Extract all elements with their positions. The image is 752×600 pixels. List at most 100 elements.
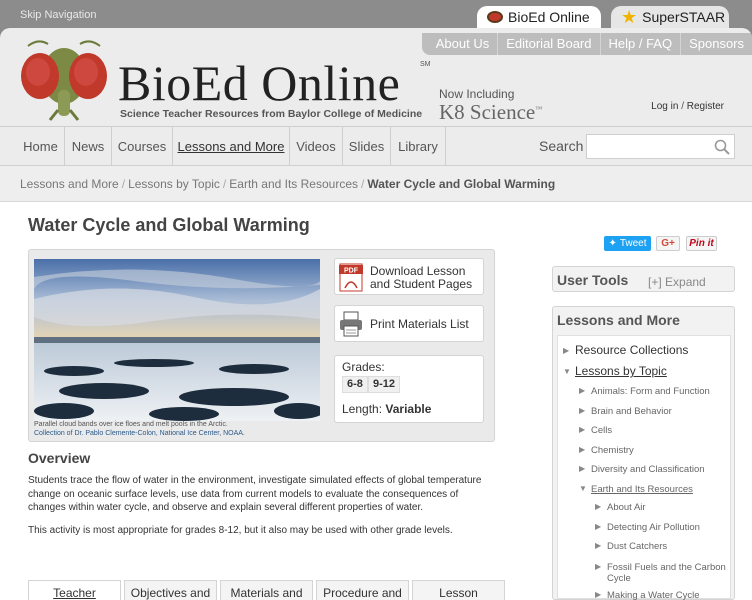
lessons-and-more-heading: Lessons and More <box>557 312 680 328</box>
print-materials-button[interactable]: Print Materials List <box>334 305 484 342</box>
expand-user-tools-button[interactable]: [+] Expand <box>648 275 706 289</box>
utility-nav: About Us Editorial Board Help / FAQ Spon… <box>421 33 752 55</box>
breadcrumb-lessons-by-topic[interactable]: Lessons by Topic <box>128 177 220 191</box>
pdf-icon-text: PDF <box>344 268 359 275</box>
search-icon[interactable] <box>714 139 730 155</box>
sidebar-item-label: Dust Catchers <box>607 541 668 552</box>
sidebar-item-label: Chemistry <box>591 445 634 456</box>
length-row: Length: Variable <box>342 402 431 416</box>
lessons-tree: ▶ Resource Collections ▼ Lessons by Topic … <box>557 335 731 600</box>
photo-caption: Parallel cloud bands over ice floes and … <box>34 420 334 438</box>
main-content: Water Cycle and Global Warming ✦ Tweet G+… <box>0 202 752 600</box>
breadcrumb-earth-and-its-resources[interactable]: Earth and Its Resources <box>229 177 358 191</box>
sidebar-item-label: Earth and Its Resources <box>591 484 693 495</box>
sidebar-item-label: Detecting Air Pollution <box>607 522 700 533</box>
sidebar-item-label: Diversity and Classification <box>591 464 705 475</box>
sidebar-item-resource-collections[interactable]: ▶ Resource Collections <box>563 343 688 357</box>
nav-courses[interactable]: Courses <box>112 127 173 167</box>
top-bar: Skip Navigation BioEd Online ★ SuperSTAA… <box>0 0 752 28</box>
search-label: Search <box>539 138 584 154</box>
sidebar-item-brain[interactable]: ▶ Brain and Behavior <box>579 406 672 417</box>
tab-teacher[interactable]: Teacher <box>28 580 121 600</box>
register-link[interactable]: Register <box>687 101 724 112</box>
lesson-feature-box: Parallel cloud bands over ice floes and … <box>28 249 495 442</box>
site-header: About Us Editorial Board Help / FAQ Spon… <box>0 28 752 126</box>
sidebar-item-fossil-fuels[interactable]: ▶ Fossil Fuels and the Carbon Cycle <box>595 561 726 584</box>
sidebar-item-diversity[interactable]: ▶ Diversity and Classification <box>579 464 705 475</box>
breadcrumb-bar: Lessons and More / Lessons by Topic / Earth … <box>0 166 752 202</box>
sidebar-item-label-cont: Cycle <box>607 573 631 584</box>
nav-videos[interactable]: Videos <box>290 127 343 167</box>
nav-news[interactable]: News <box>65 127 112 167</box>
download-lesson-button[interactable]: PDF Download Lesson and Student Pages <box>334 258 484 295</box>
nav-library[interactable]: Library <box>391 127 446 167</box>
login-link[interactable]: Log in <box>651 101 678 112</box>
length-value: Variable <box>385 402 432 416</box>
site-tab-bioed-online[interactable]: BioEd Online <box>477 6 601 28</box>
sidebar-item-label: Fossil Fuels and the Carbon <box>607 562 726 573</box>
chevron-down-icon: ▼ <box>579 484 587 493</box>
grade-note-text: This activity is most appropriate for gr… <box>28 525 453 536</box>
overview-text: Students trace the flow of water in the … <box>28 475 482 513</box>
breadcrumb-lessons-and-more[interactable]: Lessons and More <box>20 177 119 191</box>
site-tab-label: BioEd Online <box>508 9 590 25</box>
nav-lessons-and-more[interactable]: Lessons and More <box>173 127 290 167</box>
sidebar-item-animals[interactable]: ▶ Animals: Form and Function <box>579 386 710 397</box>
google-plus-button[interactable]: G+ <box>656 236 680 251</box>
fly-logo-icon[interactable] <box>18 40 110 122</box>
grades-info-box: Grades: 6-8 9-12 Length: Variable <box>334 355 484 423</box>
tweet-button[interactable]: ✦ Tweet <box>604 236 651 251</box>
sidebar-item-earth-and-its-resources[interactable]: ▼ Earth and Its Resources <box>579 484 693 495</box>
sidebar-item-chemistry[interactable]: ▶ Chemistry <box>579 445 634 456</box>
lessons-and-more-panel: Lessons and More ▶ Resource Collections ▼… <box>552 306 735 600</box>
sidebar-item-about-air[interactable]: ▶ About Air <box>595 502 646 513</box>
service-mark: SM <box>420 61 431 68</box>
chevron-right-icon: ▶ <box>579 406 586 415</box>
sidebar-item-making-water-cycle[interactable]: ▶ Making a Water Cycle <box>595 590 700 600</box>
breadcrumb-current: Water Cycle and Global Warming <box>367 177 556 191</box>
chevron-right-icon: ▶ <box>595 541 602 550</box>
chevron-right-icon: ▶ <box>579 386 586 395</box>
skip-navigation-link[interactable]: Skip Navigation <box>20 9 96 21</box>
photo-credit: Collection of Dr. Pablo Clemente-Colon, … <box>34 430 245 437</box>
tweet-label: Tweet <box>619 238 647 249</box>
tab-lesson[interactable]: Lesson <box>412 580 505 600</box>
chevron-right-icon: ▶ <box>579 464 586 473</box>
grade-badge[interactable]: 9-12 <box>368 376 401 393</box>
tab-materials[interactable]: Materials and <box>220 580 313 600</box>
nav-slides[interactable]: Slides <box>343 127 391 167</box>
star-icon: ★ <box>621 7 638 27</box>
printer-icon <box>340 311 362 337</box>
editorial-board-link[interactable]: Editorial Board <box>497 33 599 55</box>
overview-heading: Overview <box>28 450 91 466</box>
user-tools-panel: User Tools [+] Expand <box>552 266 735 292</box>
sidebar-item-detecting-air-pollution[interactable]: ▶ Detecting Air Pollution <box>595 522 700 533</box>
site-tab-superstaar[interactable]: ★ SuperSTAAR <box>611 6 729 28</box>
logo-title[interactable]: BioEd Online <box>118 54 400 112</box>
about-us-link[interactable]: About Us <box>422 33 497 55</box>
sidebar-item-label: Making a Water Cycle <box>607 590 700 600</box>
breadcrumb-separator: / <box>361 177 365 191</box>
download-lesson-label: Download Lesson and Student Pages <box>370 264 473 291</box>
k8-science-link[interactable]: K8 Science™ <box>439 100 542 125</box>
user-tools-heading: User Tools <box>557 272 629 288</box>
grade-badge[interactable]: 6-8 <box>342 376 368 393</box>
tab-procedure[interactable]: Procedure and <box>316 580 409 600</box>
sidebar-item-dust-catchers[interactable]: ▶ Dust Catchers <box>595 541 667 552</box>
sponsors-link[interactable]: Sponsors <box>680 33 752 55</box>
caption-text: Parallel cloud bands over ice floes and … <box>34 421 228 428</box>
login-separator: / <box>681 101 684 112</box>
sidebar-item-lessons-by-topic[interactable]: ▼ Lessons by Topic <box>563 364 667 378</box>
pdf-icon: PDF <box>339 263 363 292</box>
sidebar-item-label: Lessons by Topic <box>575 364 667 378</box>
chevron-right-icon: ▶ <box>579 425 586 434</box>
main-nav: Home News Courses Lessons and More Video… <box>0 126 752 167</box>
page-title: Water Cycle and Global Warming <box>28 215 310 235</box>
breadcrumb: Lessons and More / Lessons by Topic / Earth … <box>20 177 555 191</box>
tab-objectives[interactable]: Objectives and <box>124 580 217 600</box>
sidebar-item-cells[interactable]: ▶ Cells <box>579 425 612 436</box>
help-faq-link[interactable]: Help / FAQ <box>599 33 681 55</box>
search-input[interactable] <box>586 134 735 159</box>
nav-home[interactable]: Home <box>17 127 65 167</box>
pinterest-button[interactable]: Pin it <box>686 236 717 251</box>
